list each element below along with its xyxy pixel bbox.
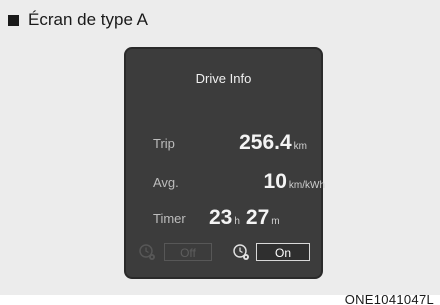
timer-row: Timer 23 h 27 m [153, 202, 321, 230]
trip-value: 256.4 [239, 131, 292, 154]
figure-panel: Écran de type A Drive Info Trip 256.4 km … [0, 0, 440, 295]
bullet-square-icon [8, 14, 19, 26]
trip-unit: km [293, 141, 307, 152]
timer-hours-unit: h [234, 216, 240, 227]
avg-value-group: 10 km/kWh [264, 170, 325, 194]
timer-minutes: 27 [245, 206, 270, 229]
timer-value-group: 23 h 27 m [209, 206, 280, 230]
trip-row: Trip 256.4 km [153, 127, 321, 155]
figure-code: ONE1041047L [344, 295, 434, 305]
off-button[interactable]: Off [164, 243, 212, 261]
trip-value-group: 256.4 km [239, 131, 307, 155]
avg-row: Avg. 10 km/kWh [153, 166, 325, 194]
clock-gear-icon [138, 243, 158, 263]
trip-label: Trip [153, 136, 175, 151]
clock-gear-icon [232, 243, 252, 263]
avg-unit: km/kWh [288, 180, 325, 191]
cluster-screen: Drive Info Trip 256.4 km Avg. 10 km/kWh Ti… [124, 47, 325, 279]
avg-value: 10 [263, 170, 287, 193]
timer-minutes-unit: m [271, 216, 280, 227]
timer-hours: 23 [209, 206, 233, 229]
screen-title: Drive Info [195, 71, 252, 86]
on-button[interactable]: On [256, 243, 310, 261]
section-header: Écran de type A [8, 10, 148, 30]
section-title: Écran de type A [28, 10, 149, 29]
timer-label: Timer [153, 211, 186, 226]
avg-label: Avg. [153, 175, 179, 190]
reset-controls: Off On [136, 241, 311, 265]
